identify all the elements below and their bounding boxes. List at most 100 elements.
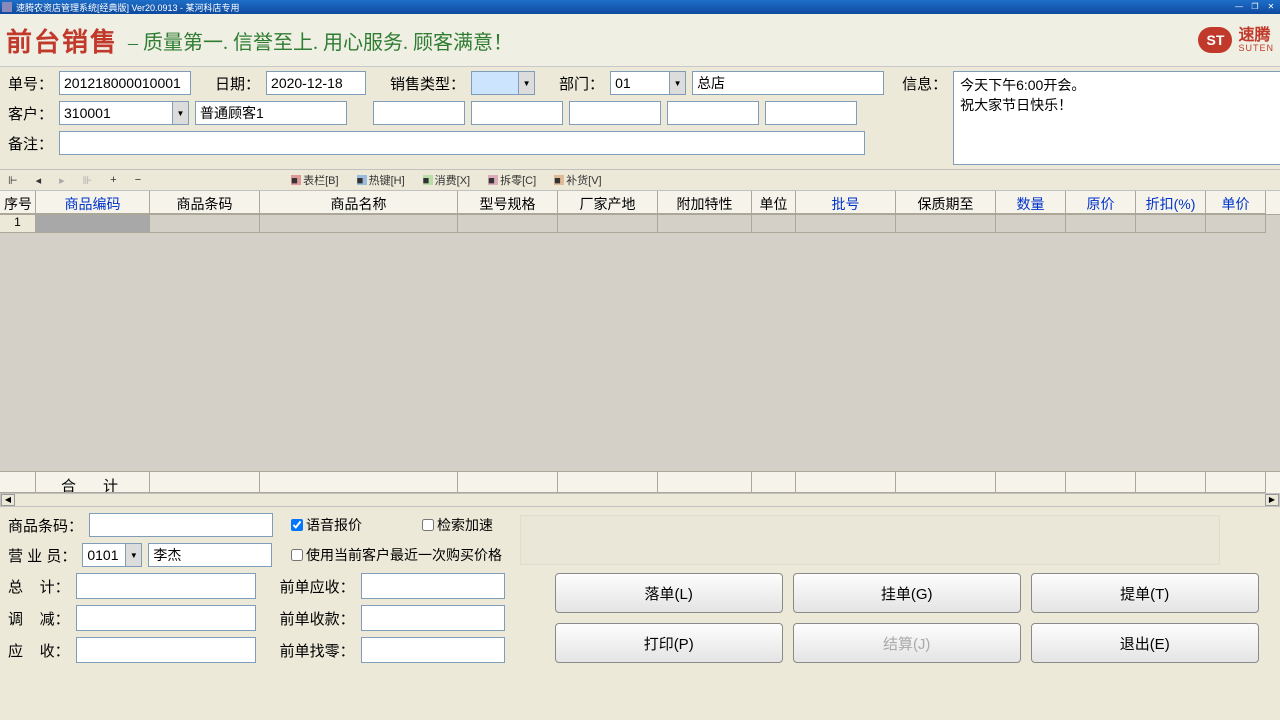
speed-checkbox[interactable]: 检索加速: [422, 515, 493, 535]
customer-code-combo[interactable]: ▼: [59, 101, 189, 125]
th-name[interactable]: 商品名称: [260, 191, 458, 214]
th-spec[interactable]: 型号规格: [458, 191, 558, 214]
dept-code-input[interactable]: [610, 71, 670, 95]
sale-type-input[interactable]: [471, 71, 519, 95]
prev-due-input[interactable]: [361, 573, 505, 599]
display-panel: [520, 515, 1220, 565]
footer-total: 合 计: [36, 472, 150, 493]
scroll-right-icon[interactable]: ▶: [1265, 494, 1279, 506]
receive-label: 应 收：: [8, 640, 70, 661]
voice-checkbox[interactable]: 语音报价: [291, 515, 362, 535]
salesman-label: 营 业 员：: [8, 545, 76, 566]
app-icon: [2, 2, 12, 12]
extra-input-3[interactable]: [569, 101, 661, 125]
date-input[interactable]: [266, 71, 366, 95]
add-row-button[interactable]: +: [110, 174, 116, 187]
horizontal-scrollbar[interactable]: ◀ ▶: [0, 493, 1280, 507]
remark-input[interactable]: [59, 131, 865, 155]
dept-name-input[interactable]: [692, 71, 884, 95]
logo: ST 速腾 SUTEN: [1198, 27, 1274, 53]
table-header: 序号 商品编码 商品条码 商品名称 型号规格 厂家产地 附加特性 单位 批号 保…: [0, 191, 1280, 215]
extra-input-2[interactable]: [471, 101, 563, 125]
th-seq: 序号: [0, 191, 36, 214]
table-row[interactable]: 1: [0, 215, 1280, 233]
scroll-left-icon[interactable]: ◀: [1, 494, 15, 506]
table-footer: 合 计: [0, 471, 1280, 493]
dropdown-icon[interactable]: ▼: [173, 101, 189, 125]
extra-input-4[interactable]: [667, 101, 759, 125]
prev-paid-input[interactable]: [361, 605, 505, 631]
close-button[interactable]: ✕: [1264, 2, 1278, 12]
hotkey-button[interactable]: ■热键[H]: [357, 172, 405, 188]
window-title: 速腾农资店管理系统[经典版] Ver20.0913 - 某河科店专用: [16, 1, 1232, 14]
adjust-input[interactable]: [76, 605, 256, 631]
barcode-input[interactable]: [89, 513, 273, 537]
th-batch[interactable]: 批号: [796, 191, 896, 214]
salesman-combo[interactable]: ▼: [82, 543, 142, 567]
pick-button[interactable]: 提单(T): [1031, 573, 1259, 613]
slogan: – 质量第一. 信誉至上. 用心服务. 顾客满意！: [128, 26, 513, 55]
order-no-input[interactable]: [59, 71, 191, 95]
salesman-code-input[interactable]: [82, 543, 126, 567]
prev-change-input[interactable]: [361, 637, 505, 663]
receive-input[interactable]: [76, 637, 256, 663]
th-unit[interactable]: 单位: [752, 191, 796, 214]
prev-due-label: 前单应收：: [280, 576, 355, 597]
dept-code-combo[interactable]: ▼: [610, 71, 686, 95]
settle-button[interactable]: 结算(J): [793, 623, 1021, 663]
dropdown-icon[interactable]: ▼: [126, 543, 142, 567]
header: 前台销售 – 质量第一. 信誉至上. 用心服务. 顾客满意！ ST 速腾 SUT…: [0, 14, 1280, 67]
cols-button[interactable]: ■表栏[B]: [291, 172, 338, 188]
del-row-button[interactable]: −: [135, 174, 141, 187]
bottom-panel: 商品条码： 营 业 员： ▼ 语音报价 检索加速 使用当前客户最近一次购买价格: [0, 507, 1280, 669]
hold-button[interactable]: 挂单(G): [793, 573, 1021, 613]
lastprice-checkbox[interactable]: 使用当前客户最近一次购买价格: [291, 545, 502, 565]
consume-button[interactable]: ■消费[X]: [423, 172, 470, 188]
th-barcode[interactable]: 商品条码: [150, 191, 260, 214]
th-discount[interactable]: 折扣(%): [1136, 191, 1206, 214]
nav-last-button[interactable]: ⊪: [83, 174, 93, 187]
th-code[interactable]: 商品编码: [36, 191, 150, 214]
drop-button[interactable]: 落单(L): [555, 573, 783, 613]
th-price[interactable]: 单价: [1206, 191, 1266, 214]
exit-button[interactable]: 退出(E): [1031, 623, 1259, 663]
cell-seq: 1: [0, 215, 36, 233]
extra-input-5[interactable]: [765, 101, 857, 125]
print-button[interactable]: 打印(P): [555, 623, 783, 663]
dropdown-icon[interactable]: ▼: [519, 71, 535, 95]
th-attr[interactable]: 附加特性: [658, 191, 752, 214]
th-origprice[interactable]: 原价: [1066, 191, 1136, 214]
nav-first-button[interactable]: ⊩: [8, 174, 18, 187]
minimize-button[interactable]: —: [1232, 2, 1246, 12]
maximize-button[interactable]: ❐: [1248, 2, 1262, 12]
dropdown-icon[interactable]: ▼: [670, 71, 686, 95]
data-grid[interactable]: 序号 商品编码 商品条码 商品名称 型号规格 厂家产地 附加特性 单位 批号 保…: [0, 191, 1280, 493]
logo-en: SUTEN: [1238, 44, 1274, 53]
adjust-label: 调 减：: [8, 608, 70, 629]
prev-paid-label: 前单收款：: [280, 608, 355, 629]
nav-prev-button[interactable]: ◂: [36, 174, 42, 187]
restock-button[interactable]: ■补货[V]: [554, 172, 601, 188]
prev-change-label: 前单找零：: [280, 640, 355, 661]
date-label: 日期：: [215, 73, 260, 94]
barcode-label: 商品条码：: [8, 515, 83, 536]
salesman-name-input[interactable]: [148, 543, 272, 567]
info-line2: 祝大家节日快乐！: [960, 96, 1280, 116]
titlebar: 速腾农资店管理系统[经典版] Ver20.0913 - 某河科店专用 — ❐ ✕: [0, 0, 1280, 14]
total-label: 总 计：: [8, 576, 70, 597]
customer-label: 客户：: [8, 103, 53, 124]
customer-name-input[interactable]: [195, 101, 347, 125]
th-origin[interactable]: 厂家产地: [558, 191, 658, 214]
split-button[interactable]: ■拆零[C]: [488, 172, 536, 188]
extra-input-1[interactable]: [373, 101, 465, 125]
nav-next-button[interactable]: ▸: [59, 174, 65, 187]
page-title: 前台销售: [6, 22, 118, 59]
sale-type-label: 销售类型：: [390, 73, 465, 94]
info-line1: 今天下午6:00开会。: [960, 76, 1280, 96]
logo-cn: 速腾: [1238, 28, 1274, 44]
total-input[interactable]: [76, 573, 256, 599]
customer-code-input[interactable]: [59, 101, 173, 125]
th-expiry[interactable]: 保质期至: [896, 191, 996, 214]
th-qty[interactable]: 数量: [996, 191, 1066, 214]
sale-type-combo[interactable]: ▼: [471, 71, 535, 95]
